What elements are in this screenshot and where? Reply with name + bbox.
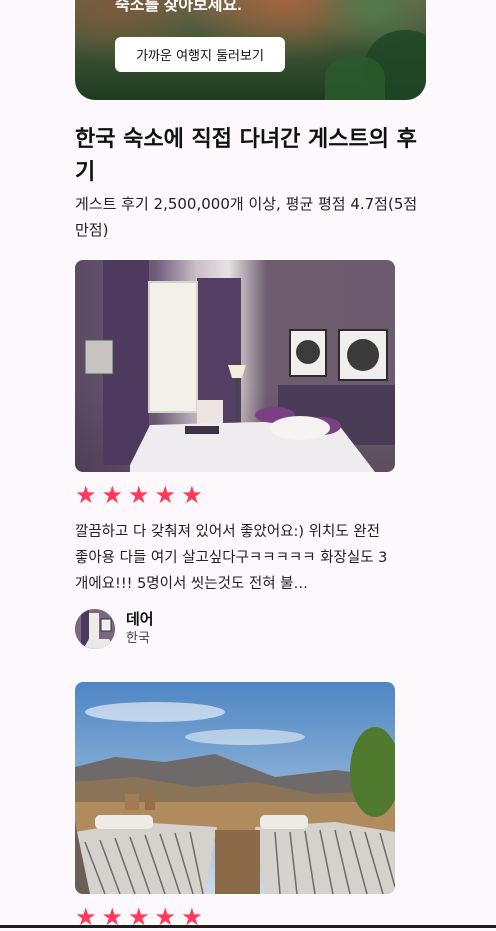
rating-stars: ★ ★ ★ ★ ★ [75, 481, 395, 509]
review-text: 깔끔하고 다 갖춰져 있어서 좋았어요:) 위치도 완전 좋아용 다들 여기 살… [75, 524, 388, 592]
review-photo[interactable] [75, 260, 395, 472]
star-icon: ★ [154, 481, 177, 509]
star-icon: ★ [128, 481, 150, 509]
review-card[interactable]: ★ ★ ★ ★ ★ [75, 682, 395, 929]
hero-heading: 숙소를 찾아보세요. [115, 0, 242, 14]
terrace-landscape-illustration [75, 682, 395, 894]
explore-nearby-button[interactable]: 가까운 여행지 둘러보기 [115, 37, 285, 72]
star-icon: ★ [181, 481, 203, 509]
hotel-room-illustration [84, 260, 395, 472]
star-icon: ★ [101, 481, 124, 509]
review-photo[interactable] [75, 682, 395, 894]
review-card[interactable]: ★ ★ ★ ★ ★ 깔끔하고 다 갖춰져 있어서 좋았어요:) 위치도 완전 좋… [75, 260, 395, 649]
avatar-image [75, 609, 115, 649]
reviews-section-title: 한국 숙소에 직접 다녀간 게스트의 후기 [75, 127, 417, 185]
hero-tree-shape [325, 55, 385, 100]
avatar [75, 609, 115, 649]
star-icon: ★ [75, 481, 97, 509]
author-country: 한국 [126, 631, 150, 646]
review-author[interactable]: 데어 한국 [75, 609, 395, 649]
reviews-section-subtitle: 게스트 후기 2,500,000개 이상, 평균 평점 4.7점(5점 만점) [75, 195, 418, 239]
hero-banner: 숙소를 찾아보세요. 가까운 여행지 둘러보기 [75, 0, 426, 100]
author-name: 데어 [126, 610, 154, 628]
